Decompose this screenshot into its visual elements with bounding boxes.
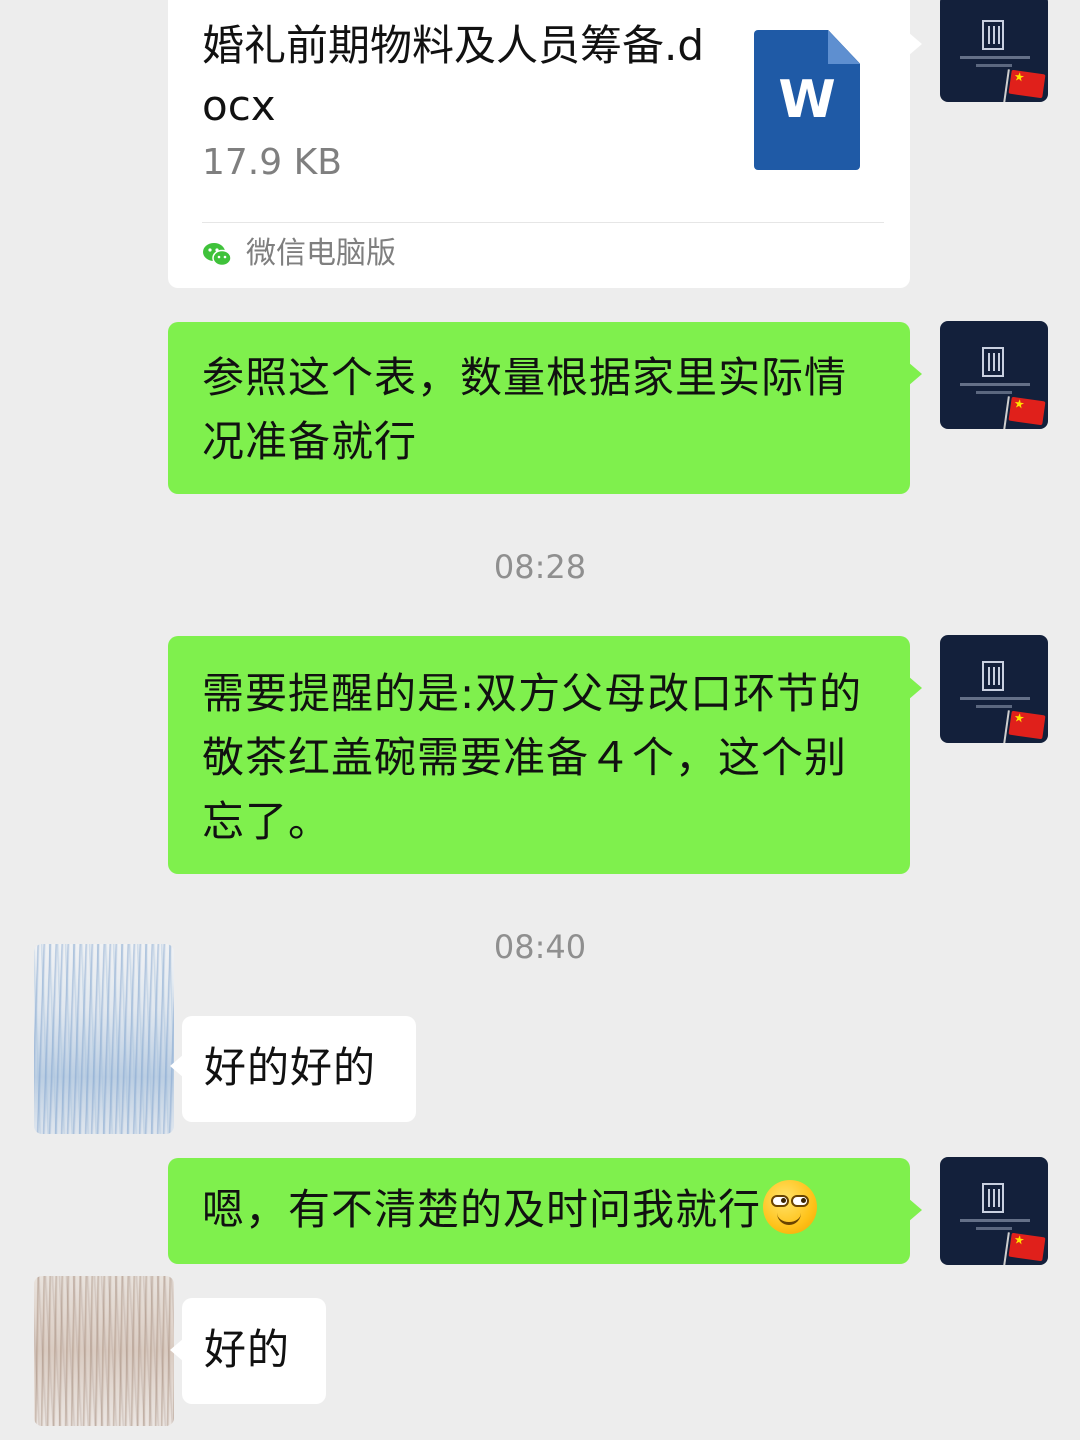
logo-icon <box>982 1183 1004 1213</box>
avatar-decoration <box>976 64 1012 67</box>
bubble-tail <box>908 362 922 386</box>
self-avatar[interactable] <box>940 321 1048 429</box>
other-avatar[interactable] <box>34 944 174 1134</box>
avatar-decoration <box>976 391 1012 394</box>
wechat-icon <box>203 243 232 267</box>
self-avatar[interactable] <box>940 0 1048 102</box>
self-avatar[interactable] <box>940 1157 1048 1265</box>
bubble-tail <box>908 32 922 56</box>
grinning-face-emoji <box>763 1180 818 1234</box>
word-letter: W <box>778 70 836 130</box>
file-card-divider <box>202 222 884 223</box>
logo-icon <box>982 661 1004 691</box>
file-message-card[interactable]: 婚礼前期物料及人员筹备.docx 17.9 KB W 微信电脑版 <box>168 0 910 288</box>
logo-icon <box>982 347 1004 377</box>
avatar-decoration <box>976 705 1012 708</box>
avatar-decoration <box>960 383 1030 386</box>
file-name: 婚礼前期物料及人员筹备.docx <box>202 21 705 130</box>
message-bubble-self[interactable]: 嗯，有不清楚的及时问我就行 <box>168 1158 910 1264</box>
timestamp: 08:28 <box>493 548 587 586</box>
message-text: 需要提醒的是:双方父母改口环节的敬茶红盖碗需要准备４个，这个别忘了。 <box>202 669 863 846</box>
china-flag-icon <box>1008 396 1046 426</box>
other-avatar[interactable] <box>34 1276 174 1426</box>
china-flag-icon <box>1008 710 1046 740</box>
message-bubble-other[interactable]: 好的好的 <box>182 1016 416 1122</box>
logo-icon <box>982 20 1004 50</box>
china-flag-icon <box>1008 69 1046 99</box>
file-size: 17.9 KB <box>202 142 342 183</box>
message-bubble-self[interactable]: 需要提醒的是:双方父母改口环节的敬茶红盖碗需要准备４个，这个别忘了。 <box>168 636 910 874</box>
message-bubble-self[interactable]: 参照这个表，数量根据家里实际情况准备就行 <box>168 322 910 494</box>
avatar-decoration <box>976 1227 1012 1230</box>
message-bubble-other[interactable]: 好的 <box>182 1298 326 1404</box>
avatar-decoration <box>960 697 1030 700</box>
avatar-decoration <box>960 56 1030 59</box>
china-flag-icon <box>1008 1232 1046 1262</box>
message-text: 嗯，有不清楚的及时问我就行 <box>202 1185 762 1234</box>
message-text: 好的好的 <box>204 1043 377 1092</box>
self-avatar[interactable] <box>940 635 1048 743</box>
bubble-tail <box>908 1198 922 1222</box>
file-source-label: 微信电脑版 <box>246 236 396 271</box>
message-text: 好的 <box>204 1325 291 1374</box>
bubble-tail <box>908 676 922 700</box>
avatar-decoration <box>960 1219 1030 1222</box>
message-text: 参照这个表，数量根据家里实际情况准备就行 <box>202 353 848 466</box>
